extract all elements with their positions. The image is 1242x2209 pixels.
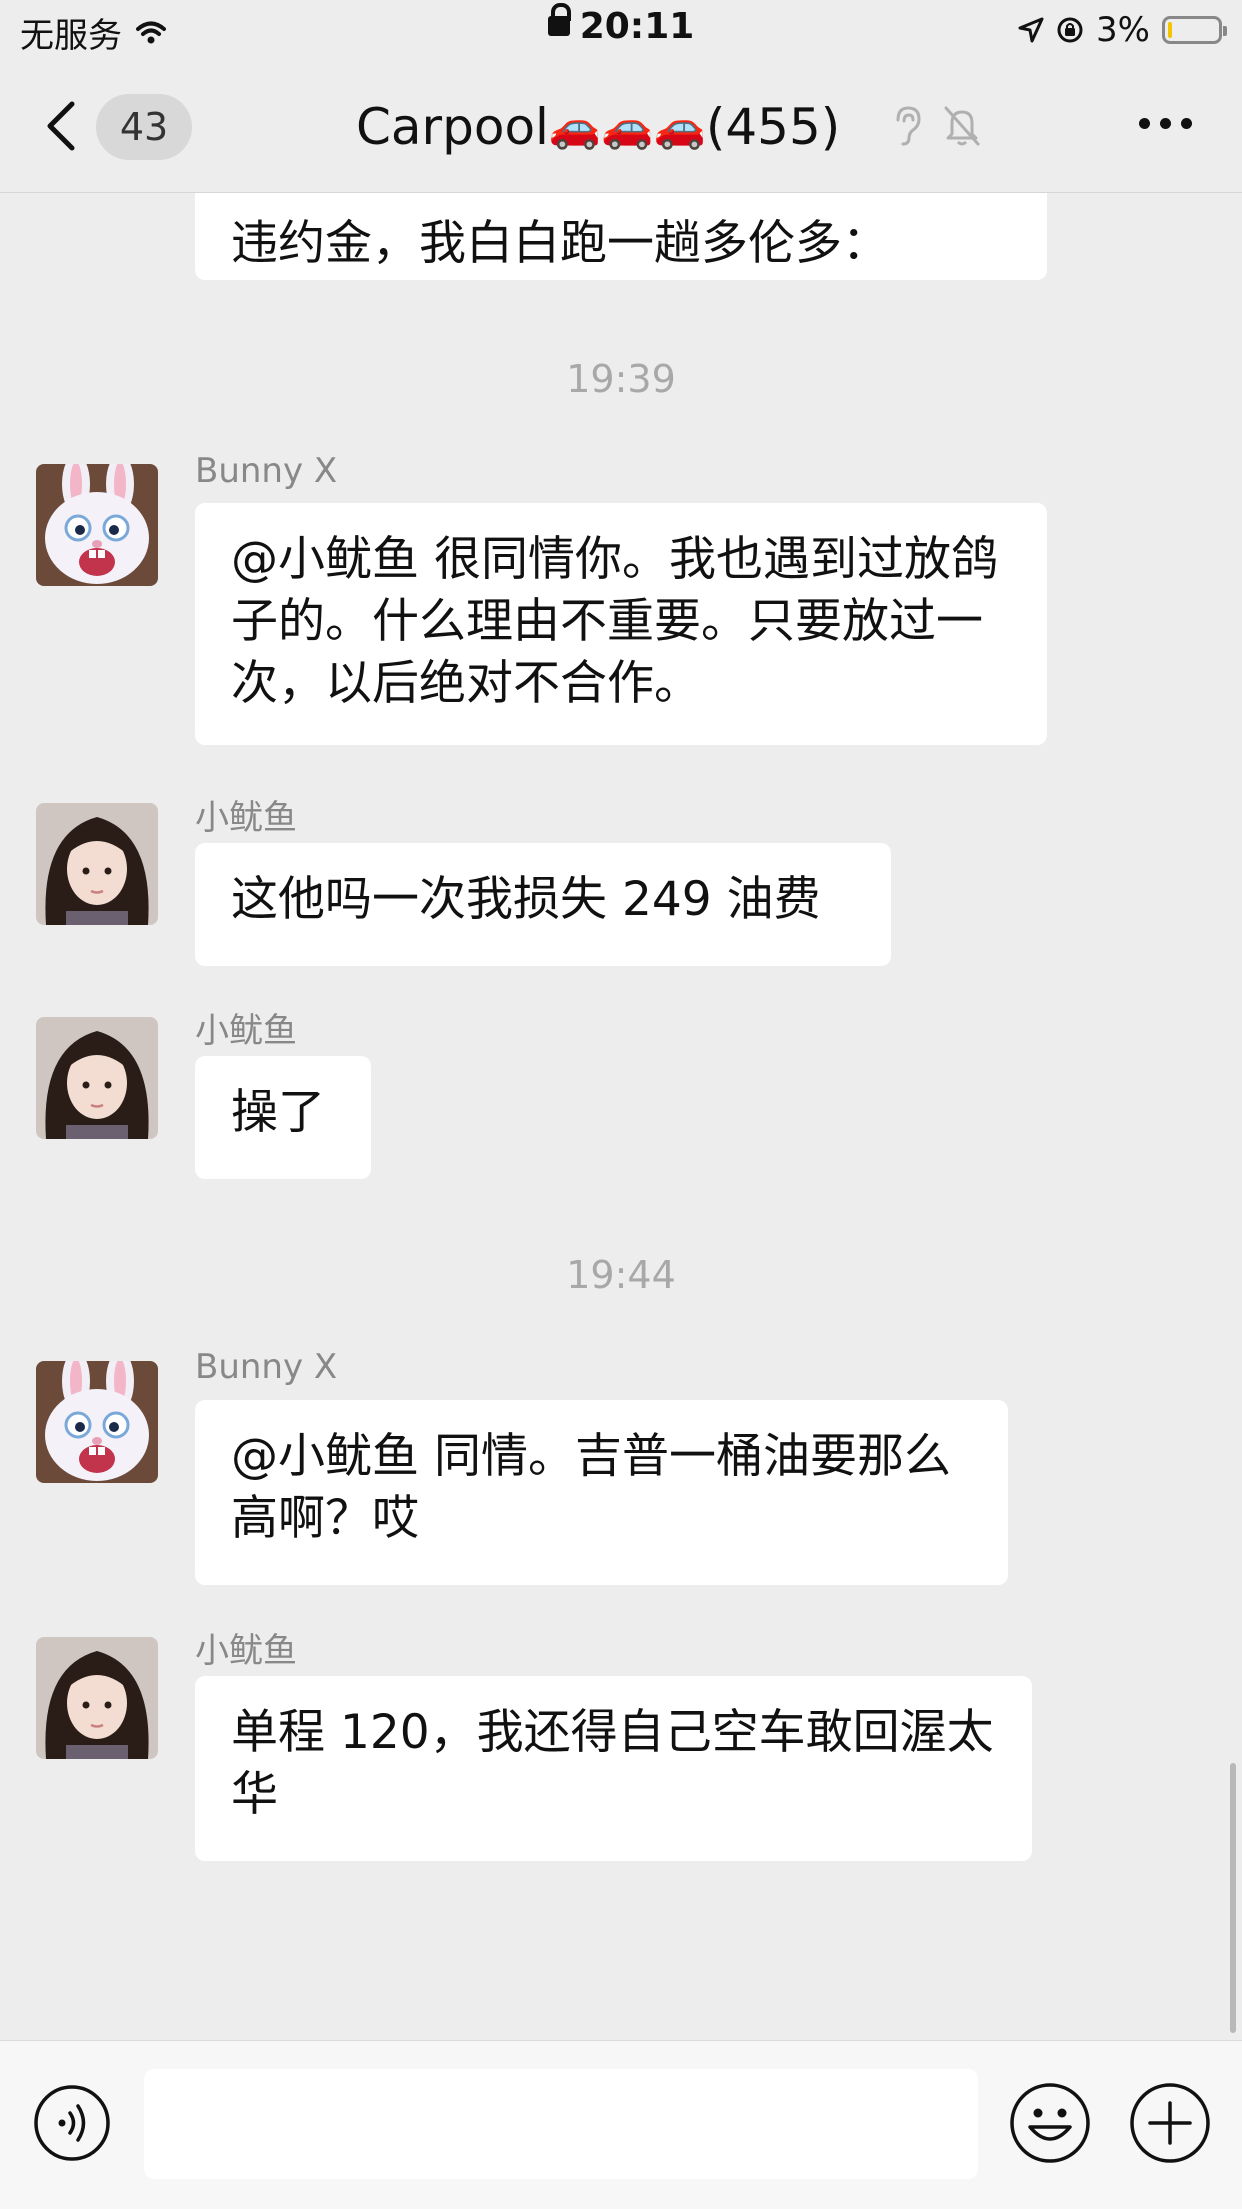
battery-level: [1168, 22, 1172, 38]
more-dot: [1181, 118, 1192, 129]
chat-title-emoji: 🚗🚗🚗: [548, 102, 706, 151]
girl-avatar-image: [36, 1637, 158, 1759]
battery-icon: [1162, 16, 1227, 44]
message-text: 单程 120，我还得自己空车敢回渥太华: [231, 1705, 994, 1822]
emoji-icon[interactable]: [1008, 2081, 1092, 2165]
message-text: @小鱿鱼 很同情你。我也遇到过放鸽子的。什么理由不重要。只要放过一次，以后绝对不…: [231, 532, 998, 711]
message-bubble[interactable]: 违约金，我白白跑一趟多伦多：: [195, 193, 1047, 280]
more-dot: [1160, 118, 1171, 129]
rabbit-avatar[interactable]: [36, 1361, 158, 1483]
chat-title-text: Carpool: [356, 98, 549, 156]
nav-bar: 43 Carpool 🚗🚗🚗 (455): [0, 62, 1242, 193]
message-text: 操了: [231, 1085, 325, 1140]
status-right: 3%: [1018, 10, 1227, 50]
message-input[interactable]: [144, 2069, 978, 2179]
girl-avatar-image: [36, 803, 158, 925]
timestamp: 19:44: [566, 1253, 676, 1297]
more-button[interactable]: [1139, 118, 1192, 129]
sender-name: Bunny X: [195, 1347, 338, 1387]
message-bubble[interactable]: @小鱿鱼 很同情你。我也遇到过放鸽子的。什么理由不重要。只要放过一次，以后绝对不…: [195, 503, 1047, 745]
sender-name: 小鱿鱼: [195, 1631, 297, 1671]
rotation-lock-icon: [1057, 17, 1083, 43]
location-arrow-icon: [1018, 17, 1044, 43]
message-bubble[interactable]: 这他吗一次我损失 249 油费: [195, 843, 891, 966]
rabbit-avatar[interactable]: [36, 464, 158, 586]
status-bar: 无服务 20:11 3%: [0, 0, 1242, 62]
lock-icon: [547, 3, 571, 36]
rabbit-avatar-image: [36, 1361, 158, 1483]
battery-percent: 3%: [1096, 10, 1150, 50]
message-text: 违约金，我白白跑一趟多伦多：: [231, 216, 889, 271]
sender-name: 小鱿鱼: [195, 798, 297, 838]
mute-bell-icon: [944, 106, 980, 146]
time-label: 20:11: [579, 6, 695, 47]
input-bar: [0, 2040, 1242, 2209]
girl-avatar[interactable]: [36, 803, 158, 925]
message-bubble[interactable]: @小鱿鱼 同情。吉普一桶油要那么高啊？哎: [195, 1400, 1008, 1585]
message-bubble[interactable]: 单程 120，我还得自己空车敢回渥太华: [195, 1676, 1032, 1861]
sender-name: Bunny X: [195, 451, 338, 491]
chat-area[interactable]: 违约金，我白白跑一趟多伦多： 19:39 Bunny X @小鱿鱼 很同情你。我…: [0, 193, 1242, 2039]
message-text: @小鱿鱼 同情。吉普一桶油要那么高啊？哎: [231, 1429, 951, 1546]
sender-name: 小鱿鱼: [195, 1011, 297, 1051]
girl-avatar[interactable]: [36, 1637, 158, 1759]
unread-badge[interactable]: 43: [96, 94, 192, 160]
message-text: 这他吗一次我损失 249 油费: [231, 872, 821, 927]
more-dot: [1139, 118, 1150, 129]
earpiece-icon: [896, 106, 921, 146]
girl-avatar[interactable]: [36, 1017, 158, 1139]
voice-icon[interactable]: [32, 2083, 112, 2163]
title-icons: [890, 104, 982, 148]
scrollbar[interactable]: [1230, 1763, 1236, 2033]
rabbit-avatar-image: [36, 464, 158, 586]
girl-avatar-image: [36, 1017, 158, 1139]
timestamp: 19:39: [566, 357, 676, 401]
member-count: (455): [705, 98, 841, 156]
chat-title[interactable]: Carpool 🚗🚗🚗 (455): [356, 98, 840, 156]
plus-icon[interactable]: [1128, 2081, 1212, 2165]
message-bubble[interactable]: 操了: [195, 1056, 371, 1179]
back-chevron-icon[interactable]: [36, 96, 96, 156]
